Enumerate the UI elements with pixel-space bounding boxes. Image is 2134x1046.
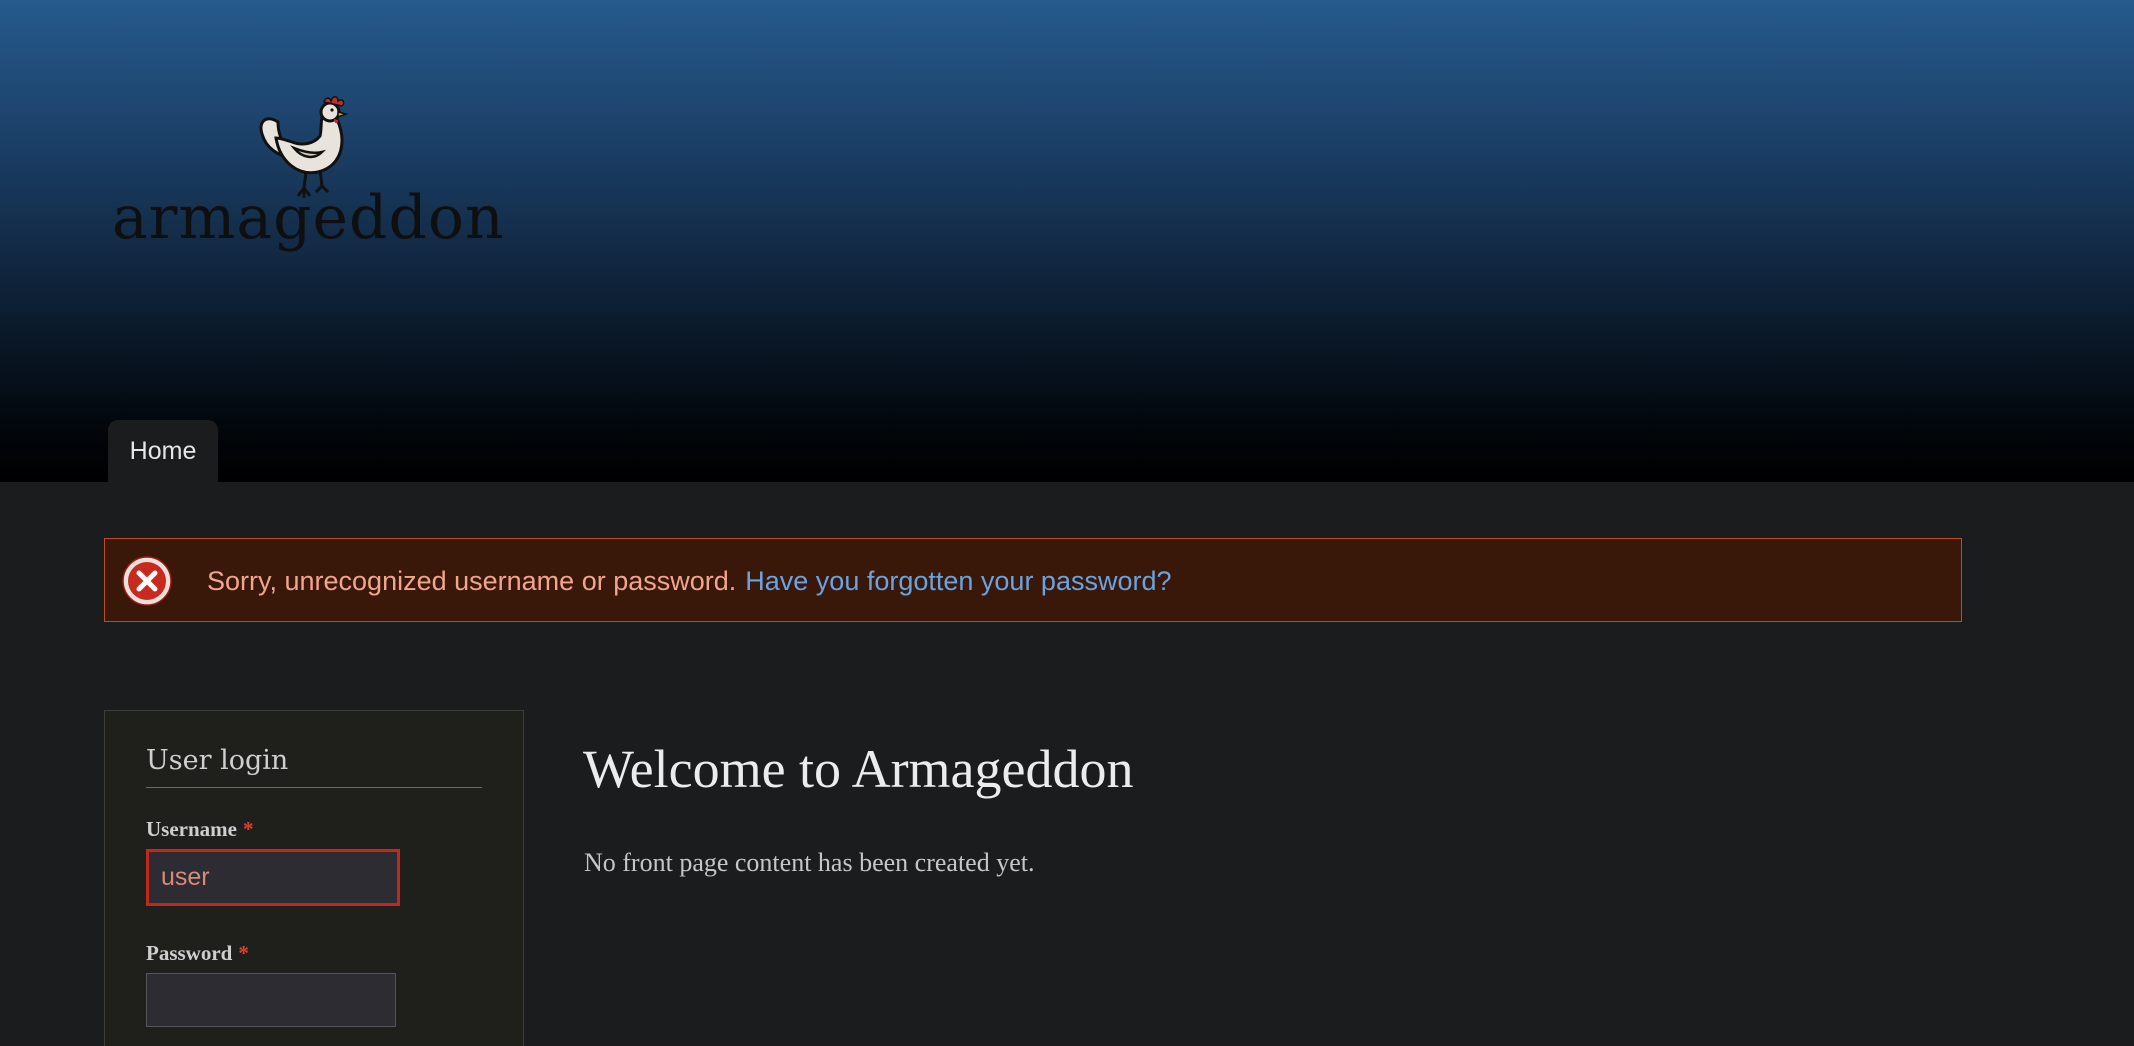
required-marker: * (242, 817, 254, 841)
page-title: Welcome to Armageddon (583, 739, 1134, 799)
site-name: armageddon (112, 183, 505, 253)
username-label-text: Username (146, 817, 237, 841)
error-icon (122, 556, 172, 606)
front-page-message: No front page content has been created y… (584, 848, 1035, 877)
forgot-password-link[interactable]: Have you forgotten your password? (745, 566, 1171, 597)
password-input[interactable] (146, 973, 396, 1027)
site-logo-link[interactable]: armageddon (108, 92, 504, 272)
block-title-divider (146, 787, 482, 788)
tab-home-label: Home (129, 436, 197, 465)
page: armageddon Home Sorry, unrecognized user… (0, 0, 2134, 1046)
password-label: Password * (146, 941, 249, 966)
site-header: armageddon Home (0, 0, 2134, 482)
error-message: Sorry, unrecognized username or password… (104, 538, 1962, 622)
password-label-text: Password (146, 941, 233, 965)
error-message-text: Sorry, unrecognized username or password… (207, 565, 737, 596)
block-title: User login (146, 745, 289, 776)
username-label: Username * (146, 817, 253, 842)
username-input[interactable]: user (146, 849, 400, 906)
user-login-block: User login Username * user Password * (104, 710, 524, 1046)
required-marker: * (238, 941, 249, 965)
tab-home[interactable]: Home (108, 420, 218, 482)
username-input-value: user (161, 863, 210, 891)
